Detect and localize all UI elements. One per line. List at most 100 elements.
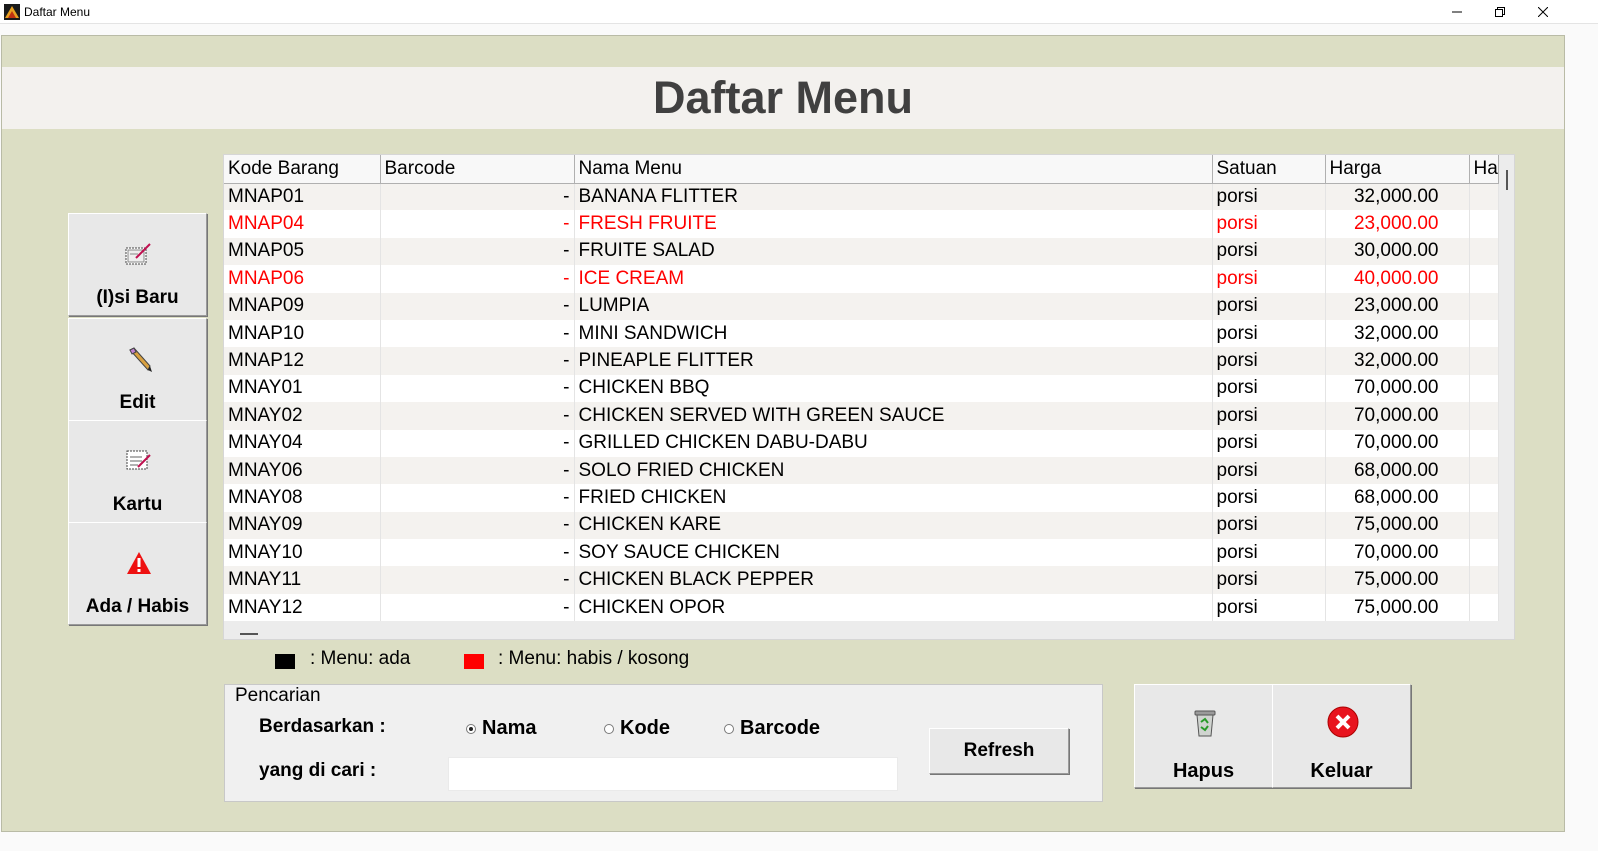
cell-harga: 75,000.00 [1325, 511, 1470, 540]
delete-button[interactable]: Hapus [1134, 684, 1273, 788]
cell-satuan: porsi [1212, 456, 1326, 485]
cell-harga: 68,000.00 [1325, 484, 1470, 512]
cell-harga: 23,000.00 [1325, 210, 1470, 238]
table-row[interactable]: MNAY09- CHICKEN KARE porsi 75,000.00 [224, 511, 1499, 540]
legend-swatch-ada [275, 654, 295, 669]
vertical-scrollbar[interactable] [1506, 170, 1508, 190]
cell-ha [1469, 511, 1499, 540]
table-row[interactable]: MNAP12- PINEAPLE FLITTER porsi 32,000.00 [224, 347, 1499, 375]
table-row[interactable]: MNAY04- GRILLED CHICKEN DABU-DABU porsi 70,… [224, 429, 1499, 457]
column-header-barcode[interactable]: Barcode [380, 155, 575, 184]
cell-kode: MNAY04 [224, 429, 381, 457]
close-circle-icon [1326, 705, 1360, 739]
legend-ada-label: : Menu: ada [310, 648, 411, 669]
search-group: Pencarian Berdasarkan : Nama Kode Barcod… [224, 684, 1103, 802]
column-header-satuan[interactable]: Satuan [1212, 155, 1326, 184]
cell-nama: CHICKEN SERVED WITH GREEN SAUCE [574, 402, 1213, 430]
pencil-icon [123, 343, 155, 375]
column-header-ha[interactable]: Ha [1469, 155, 1499, 184]
cell-harga: 32,000.00 [1325, 319, 1470, 348]
table-row[interactable]: MNAP10- MINI SANDWICH porsi 32,000.00 [224, 319, 1499, 348]
edit-label: Edit [119, 392, 156, 413]
search-query-label: yang di cari : [259, 760, 377, 781]
search-group-title: Pencarian [234, 685, 322, 707]
cell-satuan: porsi [1212, 402, 1326, 430]
table-row[interactable]: MNAP09- LUMPIA porsi 23,000.00 [224, 292, 1499, 320]
recycle-bin-icon [1188, 705, 1222, 739]
cell-harga: 32,000.00 [1325, 183, 1470, 211]
cell-kode: MNAY02 [224, 402, 381, 430]
table-row[interactable]: MNAY02- CHICKEN SERVED WITH GREEN SAUCE po… [224, 402, 1499, 430]
exit-button[interactable]: Keluar [1272, 684, 1411, 788]
edit-button[interactable]: Edit [68, 318, 207, 421]
table-row[interactable]: MNAY11- CHICKEN BLACK PEPPER porsi 75,000.0… [224, 566, 1499, 594]
window-title: Daftar Menu [24, 5, 91, 19]
new-entry-button[interactable]: (I)si Baru [68, 213, 207, 316]
cell-barcode: - [380, 566, 575, 594]
restore-button[interactable] [1477, 0, 1523, 24]
cell-nama: CHICKEN OPOR [574, 593, 1213, 622]
table-row[interactable]: MNAP05- FRUITE SALAD porsi 30,000.00 [224, 237, 1499, 266]
search-input[interactable] [448, 757, 898, 791]
cell-nama: FRUITE SALAD [574, 237, 1213, 266]
cell-ha [1469, 456, 1499, 485]
card-label: Kartu [112, 494, 163, 515]
cell-kode: MNAY11 [224, 566, 381, 594]
radio-kode[interactable]: Kode [604, 717, 670, 740]
restore-icon [1494, 6, 1505, 17]
refresh-button[interactable]: Refresh [929, 728, 1069, 774]
new-entry-icon [123, 238, 155, 270]
cell-ha [1469, 210, 1499, 238]
title-bar: Daftar Menu [0, 0, 1598, 24]
cell-nama: CHICKEN KARE [574, 511, 1213, 540]
cell-ha [1469, 347, 1499, 375]
cell-nama: SOLO FRIED CHICKEN [574, 456, 1213, 485]
minimize-button[interactable] [1434, 0, 1480, 24]
table-row[interactable]: MNAY01- CHICKEN BBQ porsi 70,000.00 [224, 374, 1499, 403]
radio-kode-dot[interactable] [604, 723, 614, 734]
cell-harga: 75,000.00 [1325, 593, 1470, 622]
cell-satuan: porsi [1212, 539, 1326, 567]
menu-table[interactable]: Kode Barang Barcode Nama Menu Satuan Har… [223, 154, 1515, 640]
cell-ha [1469, 319, 1499, 348]
stock-status-label: Ada / Habis [85, 596, 190, 617]
radio-barcode[interactable]: Barcode [724, 717, 820, 740]
cell-kode: MNAP04 [224, 210, 381, 238]
column-header-kode[interactable]: Kode Barang [224, 155, 381, 184]
exit-label: Keluar [1310, 760, 1373, 782]
cell-nama: SOY SAUCE CHICKEN [574, 539, 1213, 567]
radio-barcode-label: Barcode [740, 717, 821, 739]
cell-ha [1469, 374, 1499, 403]
cell-harga: 70,000.00 [1325, 539, 1470, 567]
column-header-harga[interactable]: Harga [1325, 155, 1470, 184]
table-row[interactable]: MNAY10- SOY SAUCE CHICKEN porsi 70,000.00 [224, 539, 1499, 567]
cell-satuan: porsi [1212, 237, 1326, 266]
radio-nama-dot[interactable] [466, 723, 476, 734]
cell-kode: MNAP05 [224, 237, 381, 266]
table-row[interactable]: MNAY08- FRIED CHICKEN porsi 68,000.00 [224, 484, 1499, 512]
header-band: Daftar Menu [2, 67, 1564, 129]
cell-nama: FRIED CHICKEN [574, 484, 1213, 512]
close-window-button[interactable] [1520, 0, 1566, 24]
cell-ha [1469, 402, 1499, 430]
stock-status-button[interactable]: Ada / Habis [68, 522, 207, 625]
cell-harga: 70,000.00 [1325, 429, 1470, 457]
radio-barcode-dot[interactable] [724, 723, 734, 734]
close-icon [1538, 7, 1548, 17]
cell-kode: MNAY08 [224, 484, 381, 512]
cell-satuan: porsi [1212, 511, 1326, 540]
cell-satuan: porsi [1212, 593, 1326, 622]
table-row[interactable]: MNAP01- BANANA FLITTER porsi 32,000.00 [224, 183, 1499, 211]
cell-nama: LUMPIA [574, 292, 1213, 320]
radio-nama[interactable]: Nama [466, 717, 536, 740]
table-row[interactable]: MNAY06- SOLO FRIED CHICKEN porsi 68,000.00 [224, 456, 1499, 485]
table-row[interactable]: MNAY12- CHICKEN OPOR porsi 75,000.00 [224, 593, 1499, 622]
horizontal-scrollbar[interactable] [240, 633, 258, 635]
table-row[interactable]: MNAP06- ICE CREAM porsi 40,000.00 [224, 265, 1499, 293]
cell-nama: GRILLED CHICKEN DABU-DABU [574, 429, 1213, 457]
card-button[interactable]: Kartu [68, 420, 207, 523]
column-header-nama[interactable]: Nama Menu [574, 155, 1213, 184]
cell-harga: 70,000.00 [1325, 402, 1470, 430]
cell-harga: 75,000.00 [1325, 566, 1470, 594]
table-row[interactable]: MNAP04- FRESH FRUITE porsi 23,000.00 [224, 210, 1499, 238]
